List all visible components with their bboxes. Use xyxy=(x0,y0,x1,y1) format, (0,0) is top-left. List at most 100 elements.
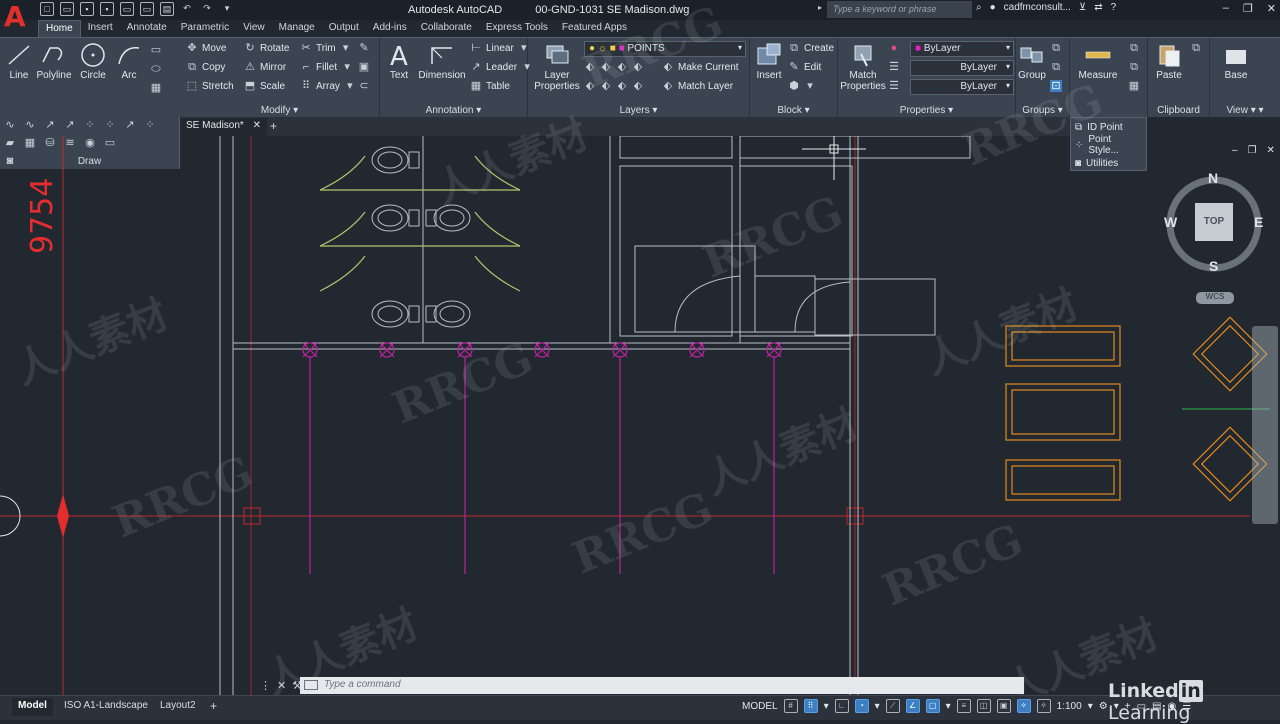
autocad-logo-button[interactable]: A xyxy=(4,1,32,33)
modify-panel-title[interactable]: Modify ▾ xyxy=(180,105,379,116)
tab-annotate[interactable]: Annotate xyxy=(120,20,174,37)
layer-lock-icon[interactable]: ⬖ xyxy=(632,61,644,73)
command-grip-icon[interactable]: ⋮ xyxy=(260,679,271,692)
linear-dim-button[interactable]: ⊢ Linear ▾ xyxy=(470,42,530,54)
object-snap-icon[interactable]: ▢ xyxy=(925,699,940,713)
ellipse-tool[interactable]: ⬭ xyxy=(150,63,162,75)
base-view-button[interactable]: Base xyxy=(1216,42,1256,81)
navigation-bar[interactable] xyxy=(1252,326,1278,524)
search-expand-icon[interactable]: ▸ xyxy=(818,3,822,12)
polar-dropdown-icon[interactable]: ▾ xyxy=(875,701,880,712)
layer-on-icon[interactable]: ⬖ xyxy=(584,80,596,92)
transparency-icon[interactable]: ◫ xyxy=(976,699,991,713)
paste-button[interactable]: Paste xyxy=(1152,42,1186,81)
add-layout-icon[interactable]: + xyxy=(210,699,217,713)
scale-button[interactable]: ⬒ Scale xyxy=(244,80,285,92)
search-icon[interactable]: ⌕ xyxy=(976,2,982,13)
array-button[interactable]: ⠿ Array ▾ xyxy=(300,80,356,92)
close-icon[interactable]: ✕ xyxy=(1267,2,1276,15)
ray-icon[interactable]: ↗ xyxy=(64,119,76,131)
tab-insert[interactable]: Insert xyxy=(81,20,120,37)
annotation-panel-title[interactable]: Annotation ▾ xyxy=(380,105,527,116)
wcs-menu-button[interactable]: WCS xyxy=(1196,292,1234,304)
annotation-visibility-icon[interactable]: ✧ xyxy=(1016,699,1031,713)
match-properties-button[interactable]: Match Properties xyxy=(840,42,886,92)
utilities-item[interactable]: ◙ Utilities xyxy=(1071,154,1146,172)
document-tab[interactable]: SE Madison* ✕ xyxy=(180,118,267,136)
polyline-tool[interactable]: Polyline xyxy=(35,42,73,81)
measure-button[interactable]: Measure xyxy=(1074,42,1122,81)
block-attributes-button[interactable]: ⬢ ▾ xyxy=(788,80,816,92)
create-block-button[interactable]: ⧉ Create xyxy=(788,42,834,54)
command-close-icon[interactable]: ✕ xyxy=(277,679,286,692)
snap-icon[interactable]: ⠿ xyxy=(803,699,818,713)
search-input[interactable]: Type a keyword or phrase xyxy=(827,1,972,18)
layer-off-icon[interactable]: ⬖ xyxy=(584,61,596,73)
tab-output[interactable]: Output xyxy=(322,20,366,37)
tab-home[interactable]: Home xyxy=(38,20,81,37)
offset-button[interactable]: ⊂ xyxy=(358,80,370,92)
layer-thaw-icon[interactable]: ⬖ xyxy=(616,80,628,92)
object-snap-tracking-icon[interactable]: ∠ xyxy=(905,699,920,713)
layers-panel-title[interactable]: Layers ▾ xyxy=(528,105,749,116)
multiple-points-icon[interactable]: ⁘ xyxy=(84,119,96,131)
workspace-gear-icon[interactable]: ⚙ xyxy=(1099,701,1108,712)
measure-points-icon[interactable]: ↗ xyxy=(124,119,136,131)
cart-icon[interactable]: ⊻ xyxy=(1079,2,1086,13)
osnap-dropdown-icon[interactable]: ▾ xyxy=(946,701,951,712)
view-panel-title[interactable]: View ▾ ▾ xyxy=(1210,105,1280,116)
copy-button[interactable]: ⧉ Copy xyxy=(186,61,225,73)
snap-dropdown-icon[interactable]: ▾ xyxy=(824,701,829,712)
auto-scale-icon[interactable]: ✧ xyxy=(1036,699,1051,713)
layout-tab-iso-a1[interactable]: ISO A1-Landscape xyxy=(58,698,154,716)
spline-cv-icon[interactable]: ∿ xyxy=(24,119,36,131)
stretch-button[interactable]: ⬚ Stretch xyxy=(186,80,234,92)
divide-icon[interactable]: ⁘ xyxy=(104,119,116,131)
compass-west[interactable]: W xyxy=(1164,214,1177,230)
group-select-button[interactable]: ⊡ xyxy=(1050,80,1062,92)
annotation-scale[interactable]: 1:100 xyxy=(1057,701,1082,712)
make-current-button[interactable]: ⬖ Make Current xyxy=(662,61,739,73)
fillet-button[interactable]: ⌐ Fillet ▾ xyxy=(300,61,353,73)
lineweight-toggle-icon[interactable]: ≡ xyxy=(956,699,971,713)
table-button[interactable]: ▦ Table xyxy=(470,80,510,92)
linetype-dropdown[interactable]: ByLayer ▾ xyxy=(910,60,1014,76)
group-button[interactable]: Group xyxy=(1016,42,1048,81)
new-tab-icon[interactable]: + xyxy=(270,119,277,133)
compass-north[interactable]: N xyxy=(1208,170,1218,186)
layer-isolate-icon[interactable]: ⬖ xyxy=(600,61,612,73)
copy-clip-button[interactable]: ⧉ xyxy=(1190,42,1202,54)
isodraft-icon[interactable]: ⟋ xyxy=(885,699,900,713)
layer-properties-button[interactable]: Layer Properties xyxy=(534,42,580,92)
clipboard-panel-title[interactable]: Clipboard xyxy=(1148,105,1209,116)
grid-icon[interactable]: # xyxy=(783,699,798,713)
wipeout-icon[interactable]: ⁘ xyxy=(144,119,156,131)
scale-dropdown-icon[interactable]: ▾ xyxy=(1088,701,1093,712)
viewcube[interactable]: N S W E TOP WCS xyxy=(1162,168,1266,308)
redo-icon[interactable]: ↷ xyxy=(200,2,214,16)
restore-icon[interactable]: ❐ xyxy=(1243,2,1253,15)
edit-block-button[interactable]: ✎ Edit xyxy=(788,61,821,73)
compass-east[interactable]: E xyxy=(1254,214,1263,230)
tab-express-tools[interactable]: Express Tools xyxy=(479,20,555,37)
polar-icon[interactable]: ◔ xyxy=(854,699,869,713)
viewport-minimize-icon[interactable]: – xyxy=(1232,145,1238,156)
command-input[interactable]: Type a command xyxy=(300,677,1024,694)
layer-unlock-icon[interactable]: ⬖ xyxy=(632,80,644,92)
properties-panel-title[interactable]: Properties ▾ xyxy=(838,105,1015,116)
save-icon[interactable]: ▪ xyxy=(80,2,94,16)
minimize-icon[interactable]: – xyxy=(1223,2,1229,15)
trim-button[interactable]: ✂ Trim ▾ xyxy=(300,42,352,54)
viewport-restore-icon[interactable]: ❐ xyxy=(1248,145,1257,156)
ortho-icon[interactable]: ∟ xyxy=(834,699,849,713)
tab-manage[interactable]: Manage xyxy=(272,20,322,37)
model-space-button[interactable]: MODEL xyxy=(742,701,778,712)
layer-freeze-icon[interactable]: ⬖ xyxy=(616,61,628,73)
command-recent-icon[interactable] xyxy=(304,680,318,690)
erase-button[interactable]: ✎ xyxy=(358,42,370,54)
dimension-tool[interactable]: Dimension xyxy=(416,42,468,81)
save-web-icon[interactable]: ▭ xyxy=(140,2,154,16)
select-all-button[interactable]: ⧉ xyxy=(1128,61,1140,73)
linetype-icon-button[interactable]: ☰ xyxy=(888,80,900,92)
match-layer-button[interactable]: ⬖ Match Layer xyxy=(662,80,733,92)
